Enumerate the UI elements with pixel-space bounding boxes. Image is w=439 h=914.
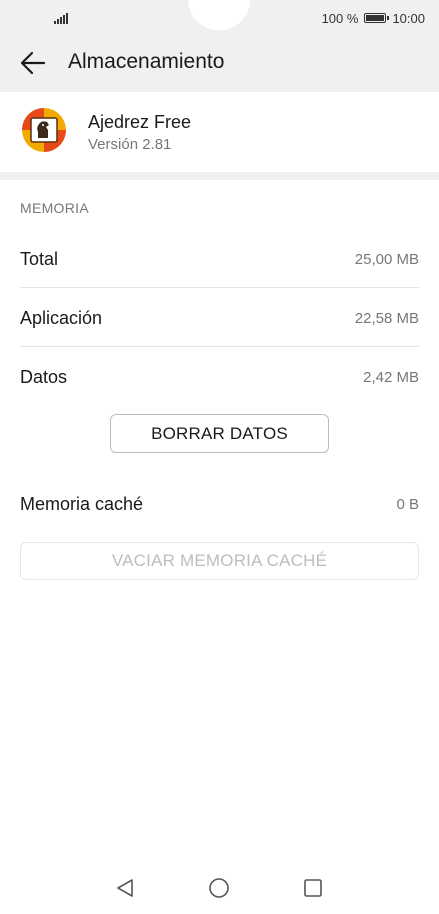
nav-recents-button[interactable] <box>301 876 325 900</box>
row-label: Aplicación <box>20 307 103 328</box>
app-info-card: Ajedrez Free Versión 2.81 <box>0 92 439 172</box>
memory-row-app: Aplicación 22,58 MB <box>20 289 419 347</box>
chess-app-icon <box>22 108 66 152</box>
status-bar-left <box>54 8 68 28</box>
memory-section-label: MEMORIA <box>20 200 89 216</box>
divider <box>20 346 419 347</box>
battery-percent: 100 % <box>321 10 359 26</box>
status-time: 10:00 <box>392 10 425 26</box>
memory-row-total: Total 25,00 MB <box>20 230 419 288</box>
page-title: Almacenamiento <box>68 50 225 73</box>
row-label: Memoria caché <box>20 493 144 514</box>
clear-data-button[interactable]: BORRAR DATOS <box>110 414 329 453</box>
row-value: 25,00 MB <box>354 250 419 268</box>
row-value: 2,42 MB <box>363 368 419 386</box>
circle-home-icon <box>209 878 229 898</box>
clear-cache-button[interactable]: VACIAR MEMORIA CACHÉ <box>20 542 419 580</box>
row-label: Datos <box>20 366 68 387</box>
back-button[interactable] <box>18 49 48 77</box>
signal-icon <box>54 12 68 24</box>
arrow-left-icon <box>20 51 46 75</box>
app-version: Versión 2.81 <box>88 136 172 153</box>
system-navigation-bar <box>0 860 439 914</box>
battery-icon <box>364 13 390 23</box>
row-label: Total <box>20 248 59 269</box>
triangle-back-icon <box>117 879 133 897</box>
memory-row-data: Datos 2,42 MB <box>20 348 419 406</box>
header: Almacenamiento <box>0 40 439 86</box>
row-value: 0 B <box>396 495 419 513</box>
square-recents-icon <box>304 879 322 897</box>
nav-back-button[interactable] <box>113 876 137 900</box>
memory-row-cache: Memoria caché 0 B <box>20 475 419 533</box>
divider <box>20 287 419 288</box>
top-app-bar: 100 % 10:00 Almacenamiento <box>0 0 439 92</box>
camera-notch <box>188 0 250 30</box>
row-value: 22,58 MB <box>354 309 419 327</box>
section-separator <box>0 172 439 180</box>
nav-home-button[interactable] <box>207 876 231 900</box>
status-bar-right: 100 % 10:00 <box>322 8 425 28</box>
app-name: Ajedrez Free <box>88 112 192 132</box>
